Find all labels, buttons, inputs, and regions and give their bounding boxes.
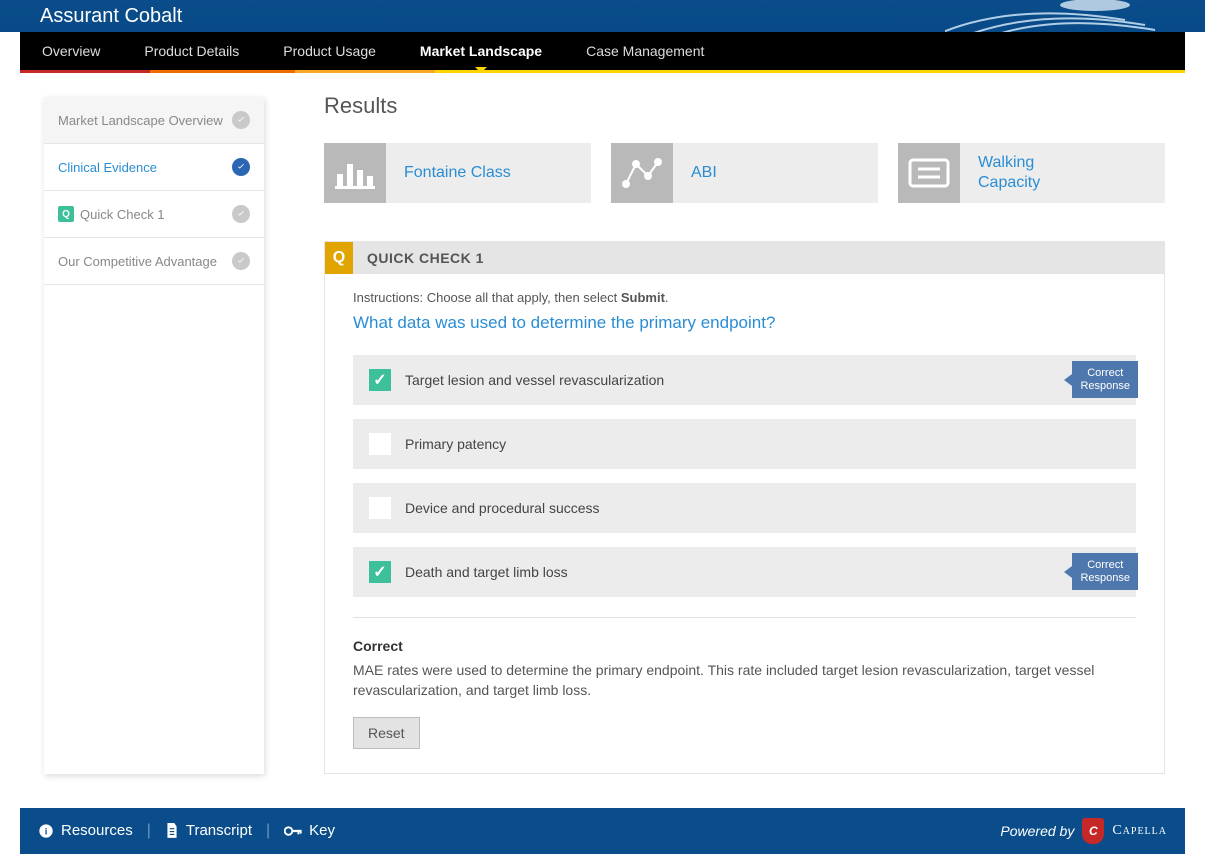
result-cards: Fontaine Class ABI WalkingCapacity — [324, 143, 1165, 203]
sidebar-item-label: Clinical Evidence — [58, 160, 157, 175]
feedback-title: Correct — [353, 638, 1136, 654]
option-label: Target lesion and vessel revascularizati… — [405, 372, 664, 388]
main-area: Market Landscape Overview Clinical Evide… — [0, 73, 1205, 794]
nav-accent-bar — [20, 70, 1185, 73]
q-badge-icon: Q — [325, 242, 353, 274]
card-abi[interactable]: ABI — [611, 143, 878, 203]
content-area: Results Fontaine Class ABI — [324, 93, 1165, 774]
sidebar-item-overview[interactable]: Market Landscape Overview — [44, 97, 264, 144]
quiz-instructions: Instructions: Choose all that apply, the… — [353, 290, 1136, 305]
check-circle-icon — [232, 252, 250, 270]
quiz-header: Q QUICK CHECK 1 — [325, 242, 1164, 274]
svg-text:i: i — [45, 826, 48, 836]
quiz-question: What data was used to determine the prim… — [353, 313, 1136, 333]
check-circle-icon — [232, 205, 250, 223]
shield-icon: C — [1082, 818, 1104, 844]
card-fontaine-class[interactable]: Fontaine Class — [324, 143, 591, 203]
key-icon — [284, 824, 302, 838]
quiz-body: Instructions: Choose all that apply, the… — [325, 274, 1164, 773]
quiz-option[interactable]: Target lesion and vessel revascularizati… — [353, 355, 1136, 405]
document-icon — [898, 143, 960, 203]
checkbox-icon[interactable] — [369, 561, 391, 583]
brand-name: Capella — [1112, 823, 1167, 839]
powered-by: Powered by C Capella — [1000, 818, 1167, 844]
info-icon: i — [38, 823, 54, 839]
header-decoration — [945, 0, 1205, 32]
nav-market-landscape[interactable]: Market Landscape — [398, 32, 564, 70]
feedback-text: MAE rates were used to determine the pri… — [353, 660, 1136, 701]
sidebar-item-competitive-advantage[interactable]: Our Competitive Advantage — [44, 238, 264, 285]
sidebar: Market Landscape Overview Clinical Evide… — [44, 97, 264, 774]
file-icon — [165, 823, 179, 839]
page-title: Results — [324, 93, 1165, 119]
footer-left: i Resources | Transcript | Key — [38, 822, 335, 840]
checkbox-icon[interactable] — [369, 369, 391, 391]
footer-link-transcript[interactable]: Transcript — [165, 822, 252, 839]
sidebar-item-label: Our Competitive Advantage — [58, 254, 217, 269]
bar-chart-icon — [324, 143, 386, 203]
quiz-panel: Q QUICK CHECK 1 Instructions: Choose all… — [324, 241, 1165, 774]
nav-product-details[interactable]: Product Details — [122, 32, 261, 70]
separator: | — [147, 822, 151, 840]
quiz-option[interactable]: Death and target limb loss CorrectRespon… — [353, 547, 1136, 597]
correct-flag: CorrectResponse — [1072, 361, 1138, 398]
quiz-option[interactable]: Device and procedural success — [353, 483, 1136, 533]
app-header: Assurant Cobalt — [0, 0, 1205, 32]
option-label: Device and procedural success — [405, 500, 600, 516]
quiz-title: QUICK CHECK 1 — [367, 250, 484, 266]
card-label: WalkingCapacity — [960, 153, 1040, 193]
q-badge-icon: Q — [58, 206, 74, 222]
checkbox-icon[interactable] — [369, 433, 391, 455]
correct-flag: CorrectResponse — [1072, 553, 1138, 590]
footer: i Resources | Transcript | Key Powered b… — [20, 808, 1185, 854]
nav-case-management[interactable]: Case Management — [564, 32, 726, 70]
reset-button[interactable]: Reset — [353, 717, 420, 749]
footer-link-key[interactable]: Key — [284, 822, 335, 839]
sidebar-item-label: Quick Check 1 — [80, 207, 165, 222]
sidebar-item-clinical-evidence[interactable]: Clinical Evidence — [44, 144, 264, 191]
nav-overview[interactable]: Overview — [20, 32, 122, 70]
check-circle-icon — [232, 111, 250, 129]
check-circle-icon — [232, 158, 250, 176]
option-label: Primary patency — [405, 436, 506, 452]
sidebar-item-quick-check[interactable]: Q Quick Check 1 — [44, 191, 264, 238]
card-label: Fontaine Class — [386, 163, 511, 183]
quiz-option[interactable]: Primary patency — [353, 419, 1136, 469]
nav-product-usage[interactable]: Product Usage — [261, 32, 398, 70]
card-label: ABI — [673, 163, 717, 183]
app-title: Assurant Cobalt — [40, 5, 182, 28]
option-label: Death and target limb loss — [405, 564, 568, 580]
card-walking-capacity[interactable]: WalkingCapacity — [898, 143, 1165, 203]
app-root: Assurant Cobalt Overview Product Details… — [0, 0, 1205, 854]
sidebar-item-label: Market Landscape Overview — [58, 113, 223, 128]
checkbox-icon[interactable] — [369, 497, 391, 519]
separator: | — [266, 822, 270, 840]
footer-link-resources[interactable]: i Resources — [38, 822, 133, 839]
network-icon — [611, 143, 673, 203]
primary-nav: Overview Product Details Product Usage M… — [20, 32, 1185, 70]
divider — [353, 617, 1136, 618]
